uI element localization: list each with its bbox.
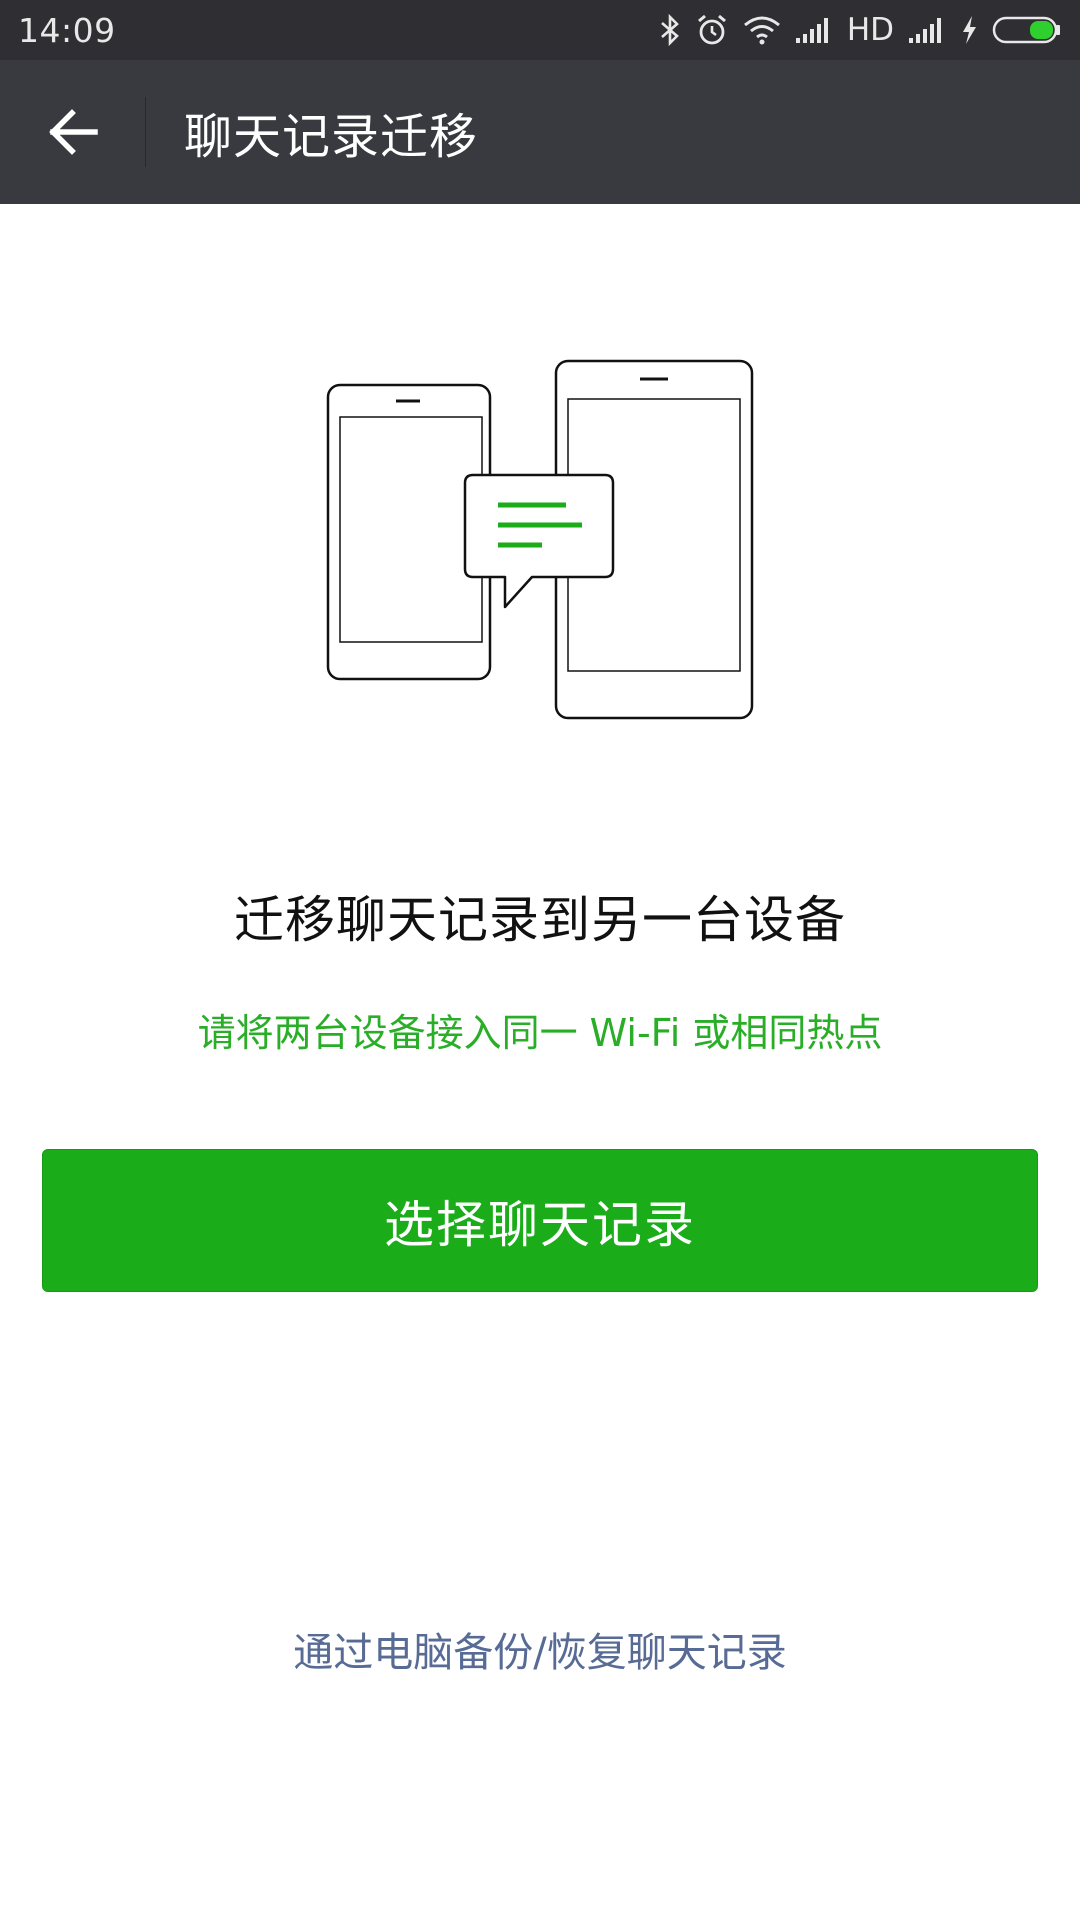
status-time: 14:09 xyxy=(18,10,116,50)
charging-icon xyxy=(963,16,976,44)
arrow-left-icon xyxy=(48,109,98,155)
app-bar-divider xyxy=(145,97,146,167)
signal-icon xyxy=(795,18,828,43)
app-bar: 聊天记录迁移 xyxy=(0,60,1080,204)
wifi-hint: 请将两台设备接入同一 Wi-Fi 或相同热点 xyxy=(197,1011,883,1055)
alarm-icon xyxy=(697,14,726,45)
wifi-icon xyxy=(743,16,780,45)
select-chat-history-button[interactable]: 选择聊天记录 xyxy=(42,1149,1038,1292)
page-title: 聊天记录迁移 xyxy=(184,109,479,165)
pc-backup-link[interactable]: 通过电脑备份/恢复聊天记录 xyxy=(0,1620,1080,1678)
status-icons: HD xyxy=(659,12,1062,48)
signal-icon xyxy=(909,18,941,43)
phones-transfer-icon xyxy=(326,359,754,720)
migration-heading: 迁移聊天记录到另一台设备 xyxy=(234,891,846,949)
battery-icon xyxy=(992,16,1060,44)
back-button[interactable] xyxy=(0,60,145,204)
network-type-label: HD xyxy=(846,12,894,48)
bluetooth-icon xyxy=(660,14,679,46)
status-bar: 14:09 HD xyxy=(0,0,1080,60)
